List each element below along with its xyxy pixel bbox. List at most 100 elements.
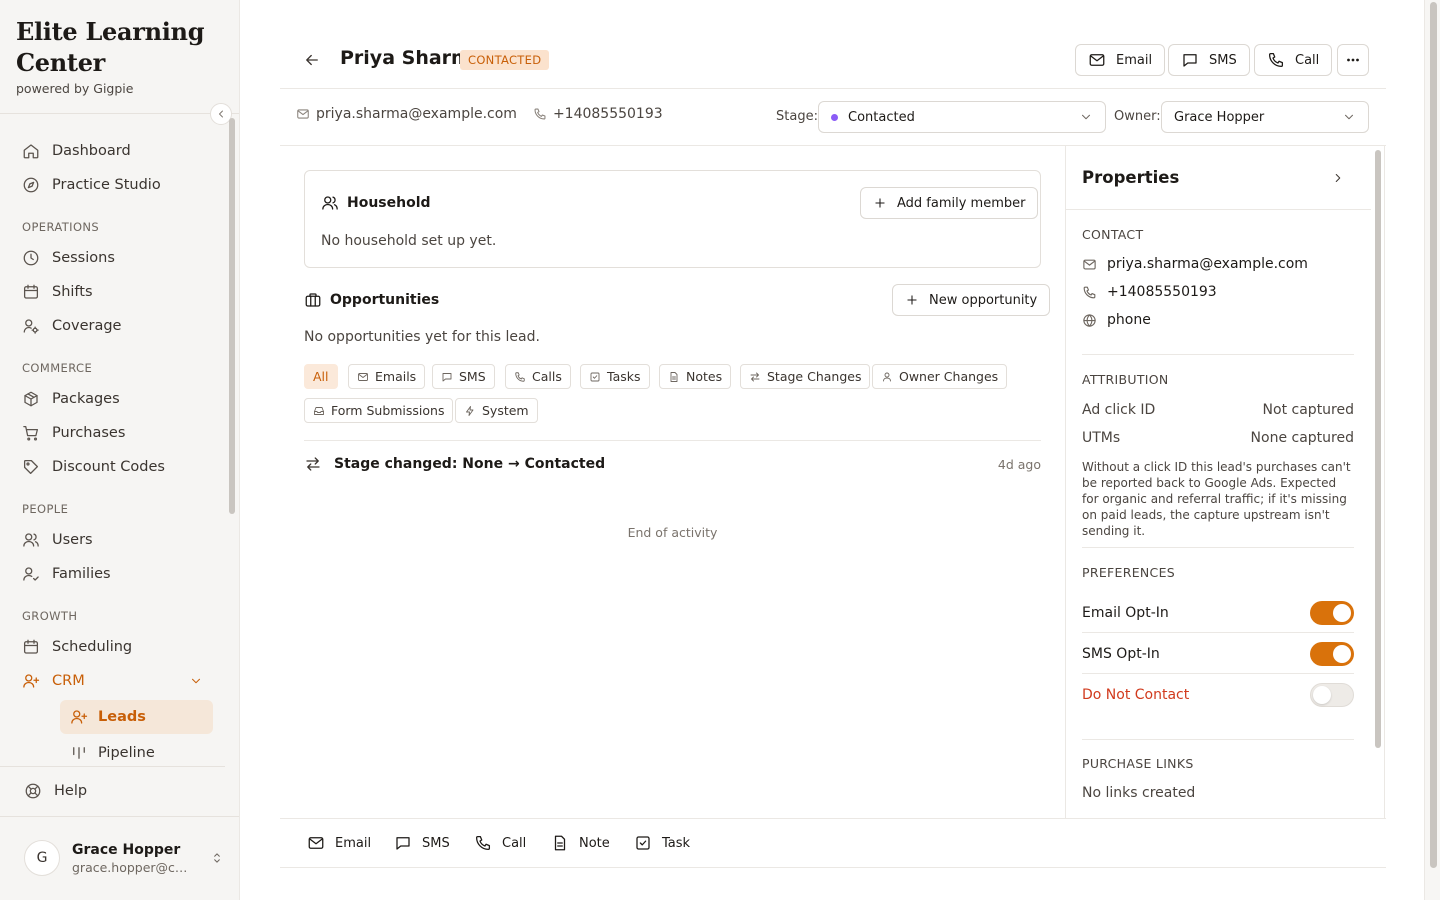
add-family-member-button[interactable]: Add family member <box>860 187 1039 219</box>
contact-phone-row: +14085550193 <box>1082 284 1217 300</box>
new-opportunity-button[interactable]: New opportunity <box>892 284 1051 316</box>
email-button[interactable]: Email <box>1075 44 1166 76</box>
sidebar-scrollbar[interactable] <box>229 118 235 514</box>
filter-sms[interactable]: SMS <box>432 364 495 389</box>
sidebar-item-practice-studio[interactable]: Practice Studio <box>12 168 213 202</box>
add-family-member-label: Add family member <box>897 195 1026 211</box>
purchase-links-section-label: PURCHASE LINKS <box>1082 756 1194 771</box>
sidebar-item-help[interactable]: Help <box>14 774 214 808</box>
purchase-links-empty: No links created <box>1082 785 1195 801</box>
divider <box>1082 739 1354 740</box>
properties-panel: Properties CONTACT priya.sharma@example.… <box>1065 146 1385 818</box>
swap-icon <box>306 457 320 471</box>
sidebar-nav: Dashboard Practice Studio OPERATIONS Ses… <box>12 134 213 764</box>
sidebar-item-sessions[interactable]: Sessions <box>12 241 213 275</box>
calendar-icon <box>23 639 39 654</box>
user-menu[interactable]: G Grace Hopper grace.hopper@co... <box>24 838 224 878</box>
sidebar-item-label: Leads <box>98 709 146 725</box>
property-email[interactable]: priya.sharma@example.com <box>1107 256 1308 272</box>
sidebar-item-purchases[interactable]: Purchases <box>12 416 213 450</box>
do-not-contact-toggle[interactable] <box>1310 683 1354 707</box>
file-icon <box>670 371 678 382</box>
properties-scrollbar[interactable] <box>1375 150 1381 748</box>
chevron-right-icon <box>1335 173 1341 183</box>
attribution-section-label: ATTRIBUTION <box>1082 372 1169 387</box>
quick-task-label: Task <box>662 835 691 851</box>
message-icon <box>442 372 452 381</box>
plus-icon <box>875 198 885 208</box>
quick-sms-button[interactable]: SMS <box>394 832 450 854</box>
kanban-icon <box>73 747 85 759</box>
bolt-icon <box>466 405 474 416</box>
sidebar-item-label: Scheduling <box>52 639 133 655</box>
filter-emails[interactable]: Emails <box>348 364 426 389</box>
properties-toggle-button[interactable] <box>1328 168 1348 188</box>
filter-label: Tasks <box>607 369 641 384</box>
call-button[interactable]: Call <box>1254 44 1333 76</box>
sidebar: Elite Learning Center powered by Gigpie … <box>0 0 240 900</box>
brand-subtitle: powered by Gigpie <box>16 81 134 96</box>
chevron-down-icon <box>191 678 201 684</box>
sidebar-item-discount-codes[interactable]: Discount Codes <box>12 450 213 484</box>
filter-tasks[interactable]: Tasks <box>580 364 650 389</box>
sidebar-item-packages[interactable]: Packages <box>12 382 213 416</box>
toggle-knob <box>1333 644 1351 663</box>
swap-icon <box>750 372 760 381</box>
sms-opt-in-toggle[interactable] <box>1310 641 1354 666</box>
sidebar-item-users[interactable]: Users <box>12 523 213 557</box>
nav-section-commerce: COMMERCE <box>22 361 93 375</box>
contact-phone[interactable]: +14085550193 <box>553 106 663 122</box>
phone-icon <box>475 835 491 851</box>
quick-email-button[interactable]: Email <box>307 832 371 854</box>
users-icon <box>322 196 338 210</box>
user-icon <box>883 372 891 381</box>
quick-task-button[interactable]: Task <box>634 832 690 854</box>
sidebar-item-dashboard[interactable]: Dashboard <box>12 134 213 168</box>
quick-call-button[interactable]: Call <box>474 832 526 854</box>
sidebar-item-crm[interactable]: CRM <box>12 664 213 698</box>
stage-select[interactable]: Contacted <box>818 101 1106 133</box>
filter-label: SMS <box>459 369 486 384</box>
quick-note-label: Note <box>579 835 610 851</box>
sidebar-item-label: Coverage <box>52 318 122 334</box>
sidebar-item-coverage[interactable]: Coverage <box>12 309 213 343</box>
quick-note-button[interactable]: Note <box>551 832 610 854</box>
sms-button[interactable]: SMS <box>1168 44 1250 76</box>
sidebar-item-shifts[interactable]: Shifts <box>12 275 213 309</box>
filter-system[interactable]: System <box>455 398 538 423</box>
sidebar-item-label: Practice Studio <box>52 177 161 193</box>
mail-icon <box>297 109 309 119</box>
purchase-links-empty-text: No links created <box>1082 785 1196 801</box>
user-email: grace.hopper@co... <box>72 859 188 875</box>
status-badge: CONTACTED <box>460 50 550 70</box>
filter-notes[interactable]: Notes <box>659 364 732 389</box>
owner-select[interactable]: Grace Hopper <box>1161 101 1369 133</box>
brand: Elite Learning Center powered by Gigpie <box>16 16 216 96</box>
sidebar-item-families[interactable]: Families <box>12 557 213 591</box>
filter-owner-changes[interactable]: Owner Changes <box>872 364 1008 389</box>
attribution-value: Not captured <box>1262 402 1354 418</box>
arrow-left-icon <box>306 54 318 66</box>
toggle-knob <box>1333 603 1351 622</box>
divider <box>0 816 239 817</box>
pref-email-opt-in: Email Opt-In <box>1082 593 1354 633</box>
attribution-row: Ad click ID Not captured <box>1082 402 1354 418</box>
sidebar-item-scheduling[interactable]: Scheduling <box>12 630 213 664</box>
filter-calls[interactable]: Calls <box>505 364 571 389</box>
sidebar-item-leads[interactable]: Leads <box>60 700 213 734</box>
divider <box>1082 354 1354 355</box>
filter-stage-changes[interactable]: Stage Changes <box>740 364 871 389</box>
home-icon <box>23 144 39 159</box>
more-horizontal-icon <box>1347 58 1359 62</box>
filter-all[interactable]: All <box>304 364 338 389</box>
back-button[interactable] <box>300 48 324 72</box>
filter-form-submissions[interactable]: Form Submissions <box>304 398 454 423</box>
user-plus-icon <box>71 710 88 724</box>
more-button[interactable] <box>1337 44 1369 76</box>
email-opt-in-toggle[interactable] <box>1310 600 1354 625</box>
property-phone[interactable]: +14085550193 <box>1107 284 1217 300</box>
page-scrollbar-thumb[interactable] <box>1430 2 1437 868</box>
attribution-key: UTMs <box>1082 430 1121 446</box>
sidebar-item-pipeline[interactable]: Pipeline <box>60 736 213 764</box>
contact-email[interactable]: priya.sharma@example.com <box>316 106 517 122</box>
